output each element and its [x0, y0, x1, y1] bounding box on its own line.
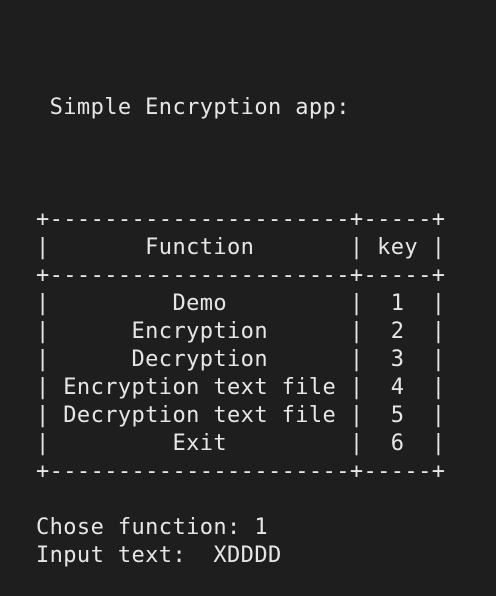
table-row: | Exit | 6 |	[36, 431, 446, 456]
terminal-window[interactable]: Simple Encryption app: +----------------…	[0, 0, 496, 596]
table-header-row: | Function | key |	[36, 235, 446, 260]
app-title: Simple Encryption app:	[36, 95, 350, 120]
table-header-separator: +----------------------+-----+	[36, 263, 446, 288]
table-row: | Demo | 1 |	[36, 291, 446, 316]
table-row: | Decryption text file | 5 |	[36, 403, 446, 428]
table-row: | Encryption | 2 |	[36, 319, 446, 344]
table-row: | Encryption text file | 4 |	[36, 375, 446, 400]
table-border-bottom: +----------------------+-----+	[36, 459, 446, 484]
table-border-top: +----------------------+-----+	[36, 207, 446, 232]
input-text-prompt[interactable]: Input text: XDDDD	[36, 542, 282, 570]
function-prompt: Chose function: 1	[36, 515, 268, 540]
table-row: | Decryption | 3 |	[36, 347, 446, 372]
